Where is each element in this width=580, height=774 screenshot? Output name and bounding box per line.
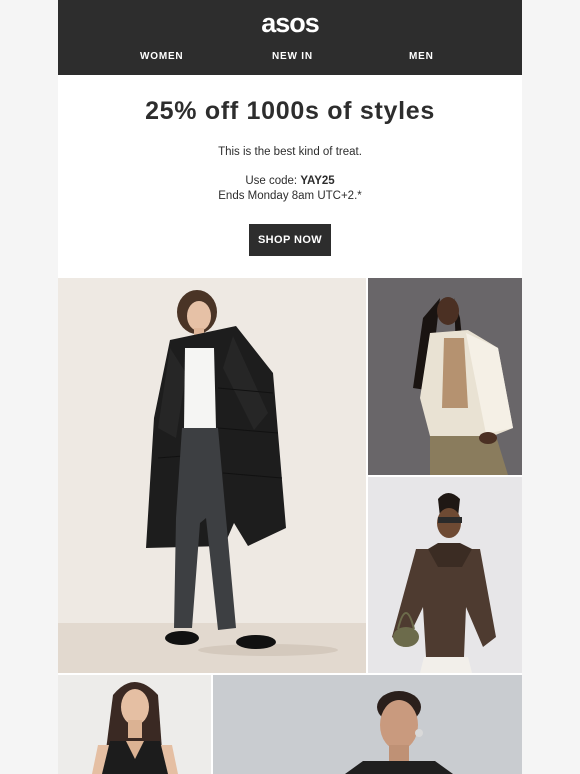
- promo-tagline: This is the best kind of treat.: [218, 146, 362, 158]
- nav-men[interactable]: MEN: [409, 51, 434, 62]
- promo-section: 25% off 1000s of styles This is the best…: [58, 75, 522, 256]
- product-image-brown-leather-jacket[interactable]: [368, 477, 522, 673]
- email-body: asos WOMEN NEW IN MEN 25% off 1000s of s…: [58, 0, 522, 774]
- asos-logo[interactable]: asos: [58, 8, 522, 39]
- promo-code-line: Use code: YAY25: [58, 175, 522, 187]
- product-image-black-top-portrait[interactable]: [213, 675, 522, 774]
- promo-code-prefix: Use code:: [245, 175, 301, 187]
- nav-bar: WOMEN NEW IN MEN: [58, 51, 522, 65]
- shop-now-button[interactable]: SHOP NOW: [249, 224, 331, 256]
- product-image-black-puffer-coat[interactable]: [58, 278, 366, 673]
- product-image-black-vest-top[interactable]: [58, 675, 211, 774]
- promo-code: YAY25: [300, 175, 335, 187]
- product-image-cream-puffer-jacket[interactable]: [368, 278, 522, 475]
- nav-new-in[interactable]: NEW IN: [272, 51, 313, 62]
- promo-end-time: Ends Monday 8am UTC+2.*: [218, 190, 362, 202]
- product-image-grid: [58, 278, 522, 774]
- promo-headline: 25% off 1000s of styles: [145, 97, 435, 125]
- header: asos WOMEN NEW IN MEN: [58, 0, 522, 75]
- nav-women[interactable]: WOMEN: [140, 51, 183, 62]
